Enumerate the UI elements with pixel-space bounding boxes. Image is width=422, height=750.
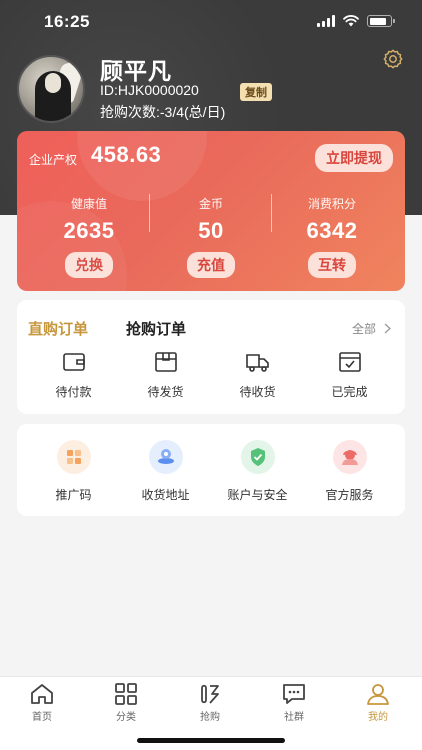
coin-label: 金币 (198, 197, 223, 211)
profile-icon (367, 684, 389, 705)
settings-gear-icon[interactable] (382, 48, 404, 70)
avatar[interactable] (17, 55, 85, 123)
service-official-support[interactable]: 官方服务 (301, 440, 398, 503)
chat-icon (283, 684, 305, 704)
health-value: 2635 (63, 218, 115, 243)
service-agent-icon (332, 440, 367, 474)
user-name: 顾平凡 (100, 58, 172, 84)
home-icon (31, 684, 53, 704)
home-indicator (137, 738, 285, 743)
health-stat: 健康值 2635 兑换 (34, 195, 144, 278)
order-card: 直购订单 抢购订单 全部 待付款 待发货 待收货 已完成 (17, 300, 405, 414)
category-icon (115, 683, 137, 705)
package-icon (154, 352, 177, 372)
service-account-security[interactable]: 账户与安全 (209, 440, 306, 503)
exchange-button[interactable]: 兑换 (65, 252, 113, 278)
asset-card: 企业产权 458.63 立即提现 健康值 2635 兑换 金币 50 充值 消费… (17, 131, 405, 291)
grab-icon (201, 684, 219, 704)
transfer-button[interactable]: 互转 (308, 252, 356, 278)
cellular-signal-icon (317, 15, 335, 27)
copy-id-button[interactable]: 复制 (240, 83, 272, 101)
shield-icon (240, 440, 275, 474)
location-icon (148, 440, 183, 474)
tab-category[interactable]: 分类 (84, 682, 168, 723)
coin-stat: 金币 50 充值 (156, 195, 266, 278)
grab-count-text: 抢购次数:-3/4(总/日) (100, 104, 226, 120)
order-pending-receipt[interactable]: 待收货 (209, 351, 306, 400)
status-time: 16:25 (44, 12, 90, 31)
status-icons (317, 15, 395, 27)
wallet-icon (62, 353, 85, 371)
tab-home[interactable]: 首页 (0, 682, 84, 723)
order-pending-shipment[interactable]: 待发货 (117, 351, 214, 400)
wifi-icon (343, 15, 359, 27)
service-promo-code[interactable]: 推广码 (25, 440, 122, 503)
order-pending-payment[interactable]: 待付款 (25, 351, 122, 400)
service-card: 推广码 收货地址 账户与安全 官方服务 (17, 424, 405, 516)
all-orders-label: 全部 (351, 322, 376, 336)
chevron-right-icon (384, 323, 391, 334)
truck-icon (245, 354, 269, 372)
battery-icon (367, 15, 395, 27)
tab-community[interactable]: 社群 (252, 682, 336, 723)
service-address[interactable]: 收货地址 (117, 440, 214, 503)
tab-mine[interactable]: 我的 (336, 682, 420, 723)
tab-direct-orders[interactable]: 直购订单 (28, 318, 88, 339)
recharge-button[interactable]: 充值 (187, 252, 235, 278)
status-bar: 16:25 (0, 0, 422, 46)
points-label: 消费积分 (307, 197, 356, 211)
points-value: 6342 (306, 218, 358, 243)
enterprise-equity-value: 458.63 (91, 142, 162, 167)
tab-grab[interactable]: 抢购 (168, 682, 252, 723)
withdraw-button[interactable]: 立即提现 (315, 144, 393, 172)
all-orders-link[interactable]: 全部 (352, 320, 391, 337)
qr-code-icon (56, 440, 91, 474)
points-stat: 消费积分 6342 互转 (277, 195, 387, 278)
tab-grab-orders[interactable]: 抢购订单 (126, 318, 186, 339)
health-label: 健康值 (70, 197, 107, 211)
order-completed[interactable]: 已完成 (301, 351, 398, 400)
completed-icon (338, 352, 361, 372)
stat-divider (271, 194, 272, 232)
stat-divider (149, 194, 150, 232)
coin-value: 50 (198, 218, 224, 243)
user-id: ID:HJK0000020 (100, 82, 199, 98)
enterprise-equity-label: 企业产权 (29, 153, 78, 167)
